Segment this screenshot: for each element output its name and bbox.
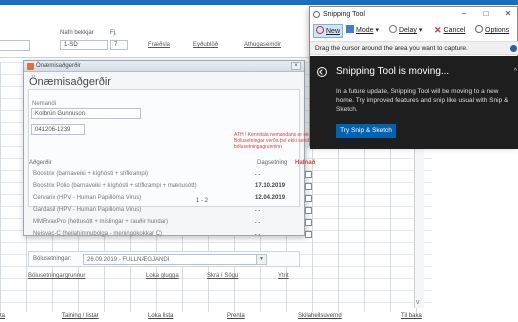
col-hafnad: Hafnað [295,160,316,166]
grunnur-link[interactable]: Bólusetningargrunnur [28,273,85,279]
declined-checkbox[interactable] [305,231,312,238]
moving-icon [317,67,327,77]
snip-titlebar[interactable]: Snipping Tool – □ ✕ [310,7,518,22]
close-window-link[interactable]: Loka glugga [146,273,179,279]
delay-button[interactable]: Delay ▾ [389,24,422,38]
footer-link-til-baka[interactable]: Til baka [401,313,422,319]
table-row[interactable]: Boostrix (barnaveiki + kíghósti + stífkr… [33,170,312,180]
vaccine-name: Neisvac-C (heilahimnubólga - meningókokk… [33,231,163,237]
vaccine-date[interactable]: . . [255,219,260,225]
class-header: Nafn bekkjar Fj. 1-SD 7 Fræðsla Eyðublöð… [0,24,318,58]
dialog-titlebar[interactable]: Önæmisaðgerðir × [24,61,304,72]
footer-link-talning[interactable]: Talning / listar [62,313,99,319]
vaccine-name: Boostrix (barnaveiki + kíghósti + stífkr… [33,171,149,177]
snip-hint-bar: Drag the cursor around the area you want… [310,41,518,55]
clock-icon [389,25,397,33]
footer-links: ta Talning / listar Loka lista Prenta Sk… [0,312,518,322]
scroll-down-icon[interactable]: v [416,299,420,306]
vaccination-label: Bólusetningar: [33,256,72,262]
class-name-label: Nafn bekkjar [60,30,94,36]
footer-link-prenta[interactable]: Prenta [227,313,245,319]
count-label: Fj. [110,30,117,36]
eydublod-link[interactable]: Eyðublöð [193,42,218,48]
ytrit-link[interactable]: Ytrit [278,273,289,279]
count-field[interactable]: 7 [110,40,128,50]
scissors-icon [313,11,320,18]
app-icon [27,63,34,70]
vaccination-select[interactable]: 26.09.2019 - FULLNÆGJANDI ▼ [83,254,267,265]
vaccination-status: Bólusetningar: 26.09.2019 - FULLNÆGJANDI… [28,251,300,267]
chevron-down-icon[interactable]: ▼ [256,255,266,264]
table-row[interactable]: Boostrix Polio (barnaveiki + kíghósti + … [33,182,312,192]
close-icon[interactable]: ✕ [497,8,518,20]
mode-icon [346,25,354,33]
declined-checkbox[interactable] [305,195,312,202]
declined-checkbox[interactable] [305,171,312,178]
minimize-icon[interactable]: – [453,8,475,20]
gear-icon [475,25,483,33]
immunization-dialog: Önæmisaðgerðir × Önæmisaðgerðir Nemandi … [23,60,323,279]
kennitala-field[interactable]: 041206-1239 [31,124,85,135]
table-row[interactable]: Gardasil (HPV - Human Papilloma Virus) .… [33,206,312,216]
mode-button[interactable]: Mode ▾ [346,24,379,38]
footer-link-skilaheilsuvernd[interactable]: Skilaheilsuvernd [298,313,342,319]
vaccine-date[interactable]: . . [255,231,260,237]
declined-checkbox[interactable] [305,219,312,226]
maximize-icon[interactable]: □ [475,8,497,20]
athugasemdir-link[interactable]: Athugasemdir [244,42,281,48]
close-icon[interactable]: × [291,62,301,70]
class-name-field[interactable]: 1-SD [60,40,108,50]
snipping-tool-window: Snipping Tool – □ ✕ New Mode ▾ Delay ▾ ✕… [309,6,518,149]
fraedsla-link[interactable]: Fræðsla [148,42,170,48]
save-history-link[interactable]: Skrá í Sögu [207,273,238,279]
try-snip-sketch-button[interactable]: Try Snip & Sketch [336,124,396,138]
moving-banner: Snipping Tool is moving... ^ In a future… [310,56,518,149]
vaccination-value: 26.09.2019 - FULLNÆGJANDI [87,257,170,263]
table-row[interactable]: Neisvac-C (heilahimnubólga - meningókokk… [33,230,312,240]
hint-text: Drag the cursor around the area you want… [315,45,468,52]
banner-title: Snipping Tool is moving... [336,66,450,77]
vaccine-date[interactable]: 17.10.2019 [255,183,285,189]
window-top-bar [0,0,518,5]
student-label: Nemandi [32,101,57,107]
dialog-heading: Önæmisaðgerðir [29,76,111,88]
footer-link-loka-lista[interactable]: Loka lista [148,313,173,319]
vaccine-date[interactable]: 12.04.2019 [255,195,285,201]
col-dagsetning: Dagsetning [257,160,288,166]
vaccine-name: Gardasil (HPV - Human Papilloma Virus) [33,207,142,213]
banner-body: In a future update, Snipping Tool will b… [336,88,509,113]
vaccine-name: MMRvaxPro (hettusótt + mislingar + rauði… [33,219,169,225]
vaccine-name: Boostrix Polio (barnaveiki + kíghósti + … [33,183,197,189]
table-row[interactable]: Cervarix (HPV - Human Papilloma Virus) 1… [33,194,312,204]
declined-checkbox[interactable] [305,207,312,214]
snip-title: Snipping Tool [323,11,365,18]
col-adgerdir: Aðgerðir [29,160,52,166]
footer-link-ta[interactable]: ta [0,313,5,319]
options-button[interactable]: Options [475,24,509,38]
cancel-icon: ✕ [434,25,442,35]
new-button[interactable]: New [313,24,344,38]
dose-indicator: 1 - 2 [196,198,209,204]
dialog-window-title: Önæmisaðgerðir [36,63,81,69]
collapse-icon[interactable]: ^ [514,68,517,75]
snip-toolbar: New Mode ▾ Delay ▾ ✕ Cancel Options [310,23,518,39]
new-snip-icon [316,26,324,34]
left-input[interactable] [0,40,30,51]
info-icon[interactable] [510,45,517,52]
vaccine-name: Cervarix (HPV - Human Papilloma Virus) [33,195,142,201]
cancel-button[interactable]: ✕ Cancel [434,24,465,38]
vaccine-date[interactable]: . . [255,207,260,213]
declined-checkbox[interactable] [305,183,312,190]
table-row[interactable]: MMRvaxPro (hettusótt + mislingar + rauði… [33,218,312,228]
vaccine-date[interactable]: . . [255,171,260,177]
student-name-field[interactable]: Kolbrún Gunnuson [31,108,141,119]
